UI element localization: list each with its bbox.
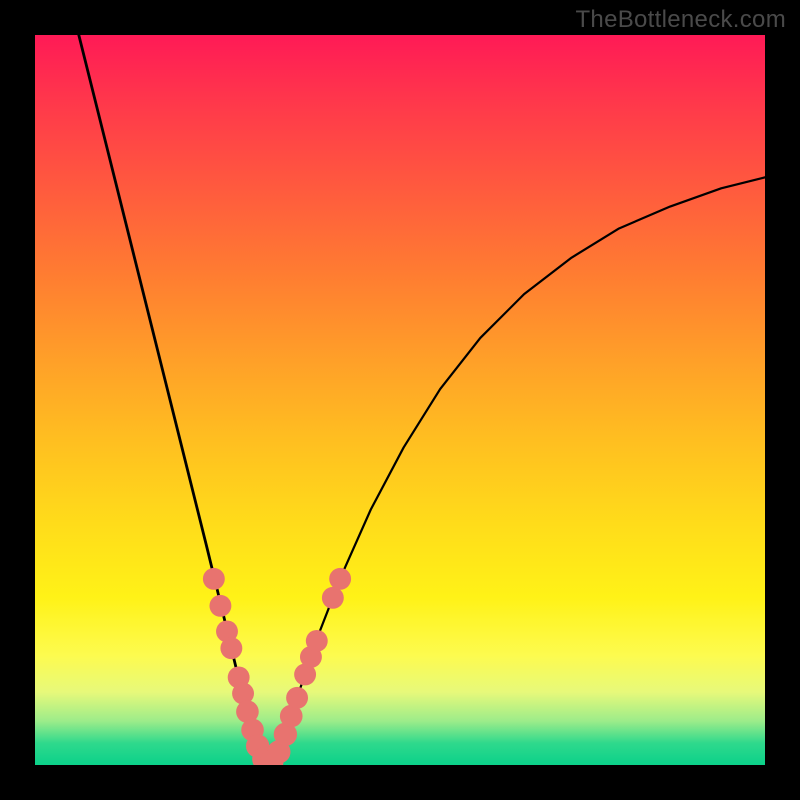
marker-point bbox=[322, 587, 344, 609]
curve-right-arm bbox=[267, 177, 765, 765]
marker-point bbox=[329, 568, 351, 590]
marker-point bbox=[220, 637, 242, 659]
marker-point bbox=[203, 568, 225, 590]
marker-point bbox=[209, 595, 231, 617]
watermark-text: TheBottleneck.com bbox=[575, 6, 786, 34]
scatter-group bbox=[203, 568, 351, 765]
chart-frame: TheBottleneck.com bbox=[0, 0, 800, 800]
marker-point bbox=[286, 687, 308, 709]
curve-group bbox=[79, 35, 765, 765]
chart-svg bbox=[35, 35, 765, 765]
marker-point bbox=[306, 630, 328, 652]
plot-area bbox=[35, 35, 765, 765]
